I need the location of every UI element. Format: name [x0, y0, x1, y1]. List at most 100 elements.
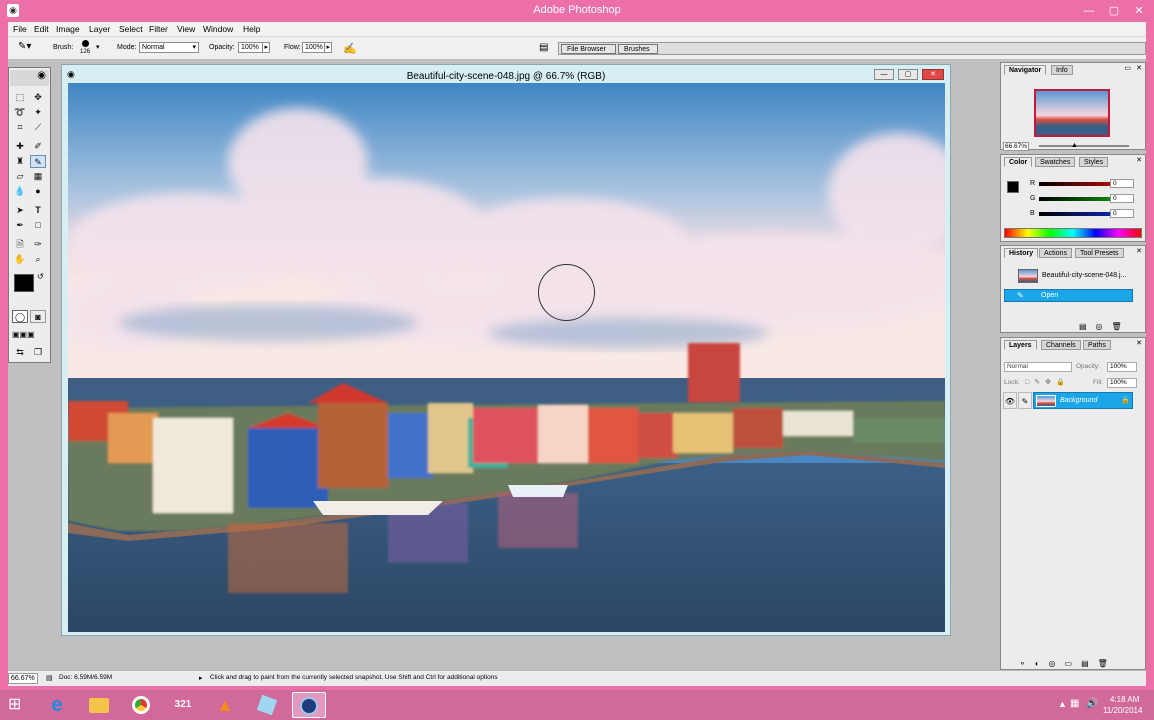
airbrush-icon[interactable]: ✍ [343, 42, 357, 55]
tab-brushes[interactable]: Brushes [618, 44, 658, 54]
file-explorer-icon[interactable] [82, 692, 116, 718]
gradient-tool-icon[interactable]: ▦ [30, 170, 46, 183]
tab-styles[interactable]: Styles [1079, 157, 1109, 167]
pen-tool-icon[interactable]: ✒ [12, 219, 28, 232]
history-brush-tool-icon[interactable]: ✎ [30, 155, 46, 168]
tab-history[interactable]: History [1004, 248, 1039, 258]
clock-date[interactable]: 11/20/2014 [1103, 706, 1142, 715]
layer-visibility-eye-icon[interactable]: 👁 [1003, 392, 1017, 409]
zoom-slider-handle-icon[interactable]: ▲ [1071, 142, 1078, 149]
menu-help[interactable]: Help [243, 24, 260, 34]
zoom-slider[interactable] [1039, 145, 1129, 147]
notes-tool-icon[interactable]: 🗎 [12, 238, 28, 251]
layers-footer-icons[interactable]: ⚬◐◎▭▤🗑 [1019, 659, 1117, 668]
screen-mode-icons[interactable]: ▣▣▣ [12, 328, 35, 341]
healing-brush-tool-icon[interactable]: ✚ [12, 140, 28, 153]
blend-mode-select[interactable]: Normal [1004, 362, 1072, 372]
adobe-online-icon[interactable]: ◉ [10, 70, 49, 86]
tab-actions[interactable]: Actions [1039, 248, 1072, 258]
flow-input[interactable]: 100% ▸ [302, 42, 332, 53]
tab-paths[interactable]: Paths [1083, 340, 1111, 350]
status-zoom[interactable]: 66.67% [8, 673, 38, 684]
marquee-tool-icon[interactable]: ⬚ [12, 91, 28, 104]
navigator-zoom[interactable]: 66.67% [1003, 142, 1029, 151]
history-brush-preset-icon[interactable]: ✎▾ [18, 41, 40, 55]
layer-brush-icon[interactable]: ✎ [1018, 392, 1032, 409]
clone-stamp-tool-icon[interactable]: ♜ [12, 155, 28, 168]
lock-icons[interactable]: □✎✥🔒 [1025, 378, 1070, 386]
internet-explorer-icon[interactable]: e [40, 692, 74, 718]
panel-close-icon[interactable]: ✕ [1136, 64, 1142, 72]
media-player-icon[interactable]: 321 [166, 692, 200, 718]
move-tool-icon[interactable]: ✥ [30, 91, 46, 104]
fill-input[interactable]: 100% [1107, 378, 1137, 388]
blur-tool-icon[interactable]: 💧 [12, 185, 28, 198]
slice-tool-icon[interactable]: ⟋ [30, 121, 46, 134]
hand-tool-icon[interactable]: ✋ [12, 253, 28, 266]
menu-select[interactable]: Select [119, 24, 143, 34]
panel-close-icon[interactable]: ✕ [1136, 339, 1142, 347]
brush-dropdown-icon[interactable]: ▾ [96, 43, 100, 51]
photoshop-taskbar-icon[interactable] [292, 692, 326, 718]
app-icon[interactable] [250, 692, 284, 718]
network-icon[interactable]: ▦ [1070, 698, 1079, 709]
panel-close-icon[interactable]: ✕ [1136, 156, 1142, 164]
doc-minimize-button[interactable]: — [874, 69, 894, 80]
history-item-open[interactable]: ✎ Open [1004, 289, 1133, 302]
zoom-tool-icon[interactable]: ⌕ [30, 253, 46, 266]
brush-tool-icon[interactable]: ✐ [30, 140, 46, 153]
mode-select[interactable]: Normal ▾ [139, 42, 199, 53]
menu-edit[interactable]: Edit [34, 24, 49, 34]
tab-channels[interactable]: Channels [1041, 340, 1081, 350]
menu-layer[interactable]: Layer [89, 24, 110, 34]
menu-file[interactable]: File [13, 24, 27, 34]
dodge-tool-icon[interactable]: ● [30, 185, 46, 198]
layer-opacity-input[interactable]: 100% [1107, 362, 1137, 372]
standard-mode-icon[interactable]: ◯ [12, 310, 28, 323]
status-menu-arrow-icon[interactable]: ▸ [199, 674, 203, 682]
imageready-icon[interactable]: ❐ [30, 346, 46, 359]
jump-to-imageready-icon[interactable]: ⇆ [12, 346, 28, 359]
color-ramp[interactable] [1004, 228, 1142, 238]
menu-view[interactable]: View [177, 24, 195, 34]
doc-close-button[interactable]: ✕ [922, 69, 944, 80]
volume-icon[interactable]: 🔊 [1086, 698, 1098, 709]
tab-color[interactable]: Color [1004, 157, 1033, 167]
magic-wand-tool-icon[interactable]: ✦ [30, 106, 46, 119]
vlc-icon[interactable]: ▲ [208, 692, 242, 718]
color-fg-swatch[interactable] [1007, 181, 1019, 193]
channel-r-value[interactable]: 0 [1110, 179, 1134, 188]
minimize-button[interactable]: — [1076, 3, 1102, 19]
history-snapshot-name[interactable]: Beautiful-city-scene-048.j... [1042, 272, 1126, 279]
print-preview-icon[interactable]: ▤ [46, 674, 53, 682]
image-canvas[interactable] [68, 83, 945, 632]
tab-file-browser[interactable]: File Browser [561, 44, 616, 54]
tab-swatches[interactable]: Swatches [1035, 157, 1076, 167]
arrow-right-icon[interactable]: ▸ [262, 43, 268, 53]
foreground-color-swatch[interactable] [14, 274, 34, 292]
panel-minimize-icon[interactable]: ▭ [1124, 64, 1131, 72]
layer-row-background[interactable]: Background 🔒 [1033, 392, 1133, 409]
quick-mask-mode-icon[interactable]: ◙ [30, 310, 46, 323]
tab-navigator[interactable]: Navigator [1004, 65, 1047, 75]
history-snapshot-thumbnail[interactable] [1018, 269, 1038, 283]
channel-g-value[interactable]: 0 [1110, 194, 1134, 203]
type-tool-icon[interactable]: T [30, 204, 46, 217]
tray-expand-icon[interactable]: ▲ [1058, 699, 1067, 709]
shape-tool-icon[interactable]: □ [30, 219, 46, 232]
opacity-input[interactable]: 100% ▸ [238, 42, 270, 53]
palette-well-icon[interactable]: ▤ [539, 42, 548, 53]
arrow-right-icon[interactable]: ▸ [324, 43, 330, 53]
crop-tool-icon[interactable]: ⌗ [12, 121, 28, 134]
close-button[interactable]: ✕ [1126, 3, 1152, 19]
history-footer-icons[interactable]: ▤◎🗑 [1079, 322, 1131, 331]
tab-tool-presets[interactable]: Tool Presets [1075, 248, 1124, 258]
eyedropper-tool-icon[interactable]: ✑ [30, 238, 46, 251]
chrome-icon[interactable] [124, 692, 158, 718]
doc-maximize-button[interactable]: ▢ [898, 69, 918, 80]
brush-tip-icon[interactable] [82, 40, 89, 47]
panel-close-icon[interactable]: ✕ [1136, 247, 1142, 255]
menu-window[interactable]: Window [203, 24, 233, 34]
lasso-tool-icon[interactable]: ➰ [12, 106, 28, 119]
menu-image[interactable]: Image [56, 24, 80, 34]
